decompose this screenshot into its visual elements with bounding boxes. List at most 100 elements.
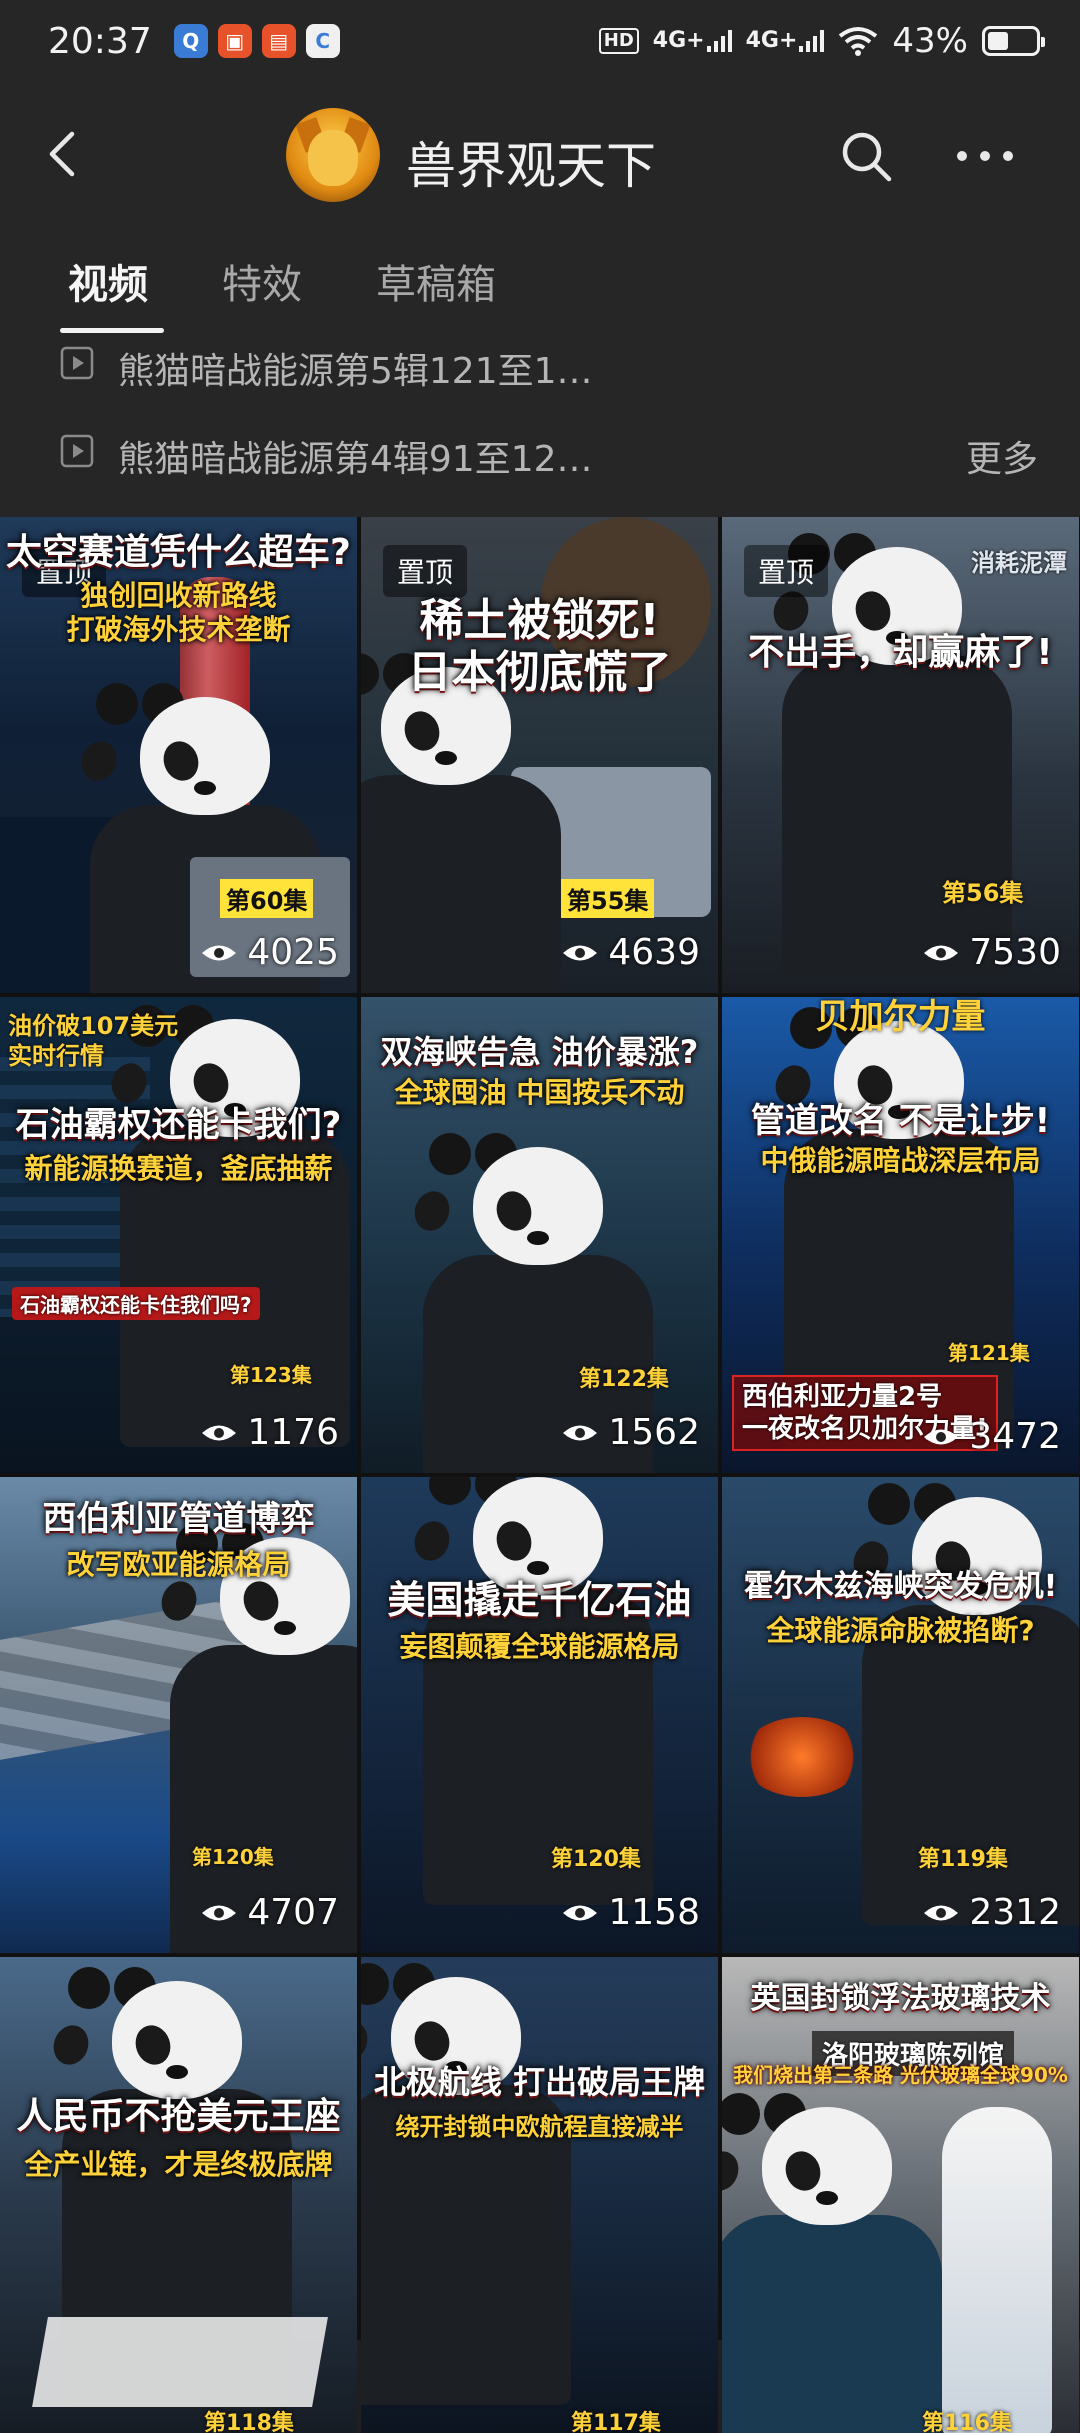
- episode-label: 第120集: [551, 1847, 641, 1872]
- playlist-icon: [60, 346, 94, 380]
- episode-label: 第56集: [942, 879, 1024, 907]
- video-tag: 油价破107美元 实时行情: [8, 1012, 179, 1070]
- eye-icon: [563, 1425, 598, 1440]
- video-subtitle: 新能源换赛道，釜底抽薪: [24, 1152, 333, 1185]
- video-tile[interactable]: 霍尔木兹海峡突发危机! 全球能源命脉被掐断? 第119集 2312: [722, 1477, 1079, 1953]
- eye-icon: [202, 1425, 237, 1440]
- video-tag: 贝加尔力量: [815, 997, 986, 1037]
- video-subtitle: 全球囤油 中国按兵不动: [394, 1076, 685, 1109]
- avatar[interactable]: [286, 108, 380, 202]
- playlist-item[interactable]: 熊猫暗战能源第4辑91至12… 更多: [0, 414, 1080, 494]
- wifi-icon: [839, 27, 878, 56]
- view-count: 1158: [562, 1892, 700, 1933]
- tab-effects[interactable]: 特效: [222, 252, 302, 310]
- status-bar: 20:37 Q ▣ ▤ C HD 4G+ 4G+ 43%: [0, 0, 1080, 82]
- app-notification-icon: ▤: [261, 24, 296, 58]
- playlist-title: 熊猫暗战能源第4辑91至12…: [118, 439, 593, 480]
- video-tile[interactable]: 西伯利亚管道博弈 改写欧亚能源格局 第120集 4707: [0, 1477, 357, 1953]
- channel-navbar: 兽界观天下: [0, 82, 1080, 232]
- video-subtitle: 我们烧出第三条路 光伏玻璃全球90%: [733, 2063, 1068, 2087]
- playlist-title: 熊猫暗战能源第5辑121至1…: [118, 351, 593, 392]
- chevron-left-icon[interactable]: [36, 124, 96, 184]
- video-tile[interactable]: 美国撬走千亿石油 妄图颠覆全球能源格局 第120集 1158: [361, 1477, 718, 1953]
- episode-label: 第116集: [922, 2411, 1012, 2433]
- eye-icon: [924, 1905, 959, 1920]
- video-title: 北极航线 打出破局王牌: [373, 2063, 706, 2101]
- video-tile[interactable]: 置顶 稀土被锁死! 日本彻底慌了 第55集 4639: [361, 517, 718, 993]
- video-subtitle: 中俄能源暗战深层布局: [760, 1144, 1041, 1177]
- signal-1: 4G+: [653, 30, 732, 52]
- episode-label: 第122集: [579, 1367, 669, 1392]
- video-tile[interactable]: 油价破107美元 实时行情 石油霸权还能卡我们? 新能源换赛道，釜底抽薪 石油霸…: [0, 997, 357, 1473]
- view-count: 4707: [201, 1892, 339, 1933]
- pinned-badge: 置顶: [383, 545, 468, 597]
- video-title: 双海峡告急 油价暴涨?: [380, 1033, 699, 1071]
- video-subtitle: 妄图颠覆全球能源格局: [399, 1630, 680, 1663]
- pinned-badge: 置顶: [744, 545, 829, 597]
- hd-icon: HD: [598, 28, 639, 54]
- episode-label: 第120集: [192, 1845, 274, 1869]
- tab-bar: 视频 特效 草稿箱: [0, 252, 1080, 333]
- video-note: 石油霸权还能卡住我们吗?: [12, 1287, 260, 1320]
- video-title: 西伯利亚管道博弈: [42, 1499, 315, 1539]
- view-count: 1562: [562, 1412, 700, 1453]
- video-title: 太空赛道凭什么超车?: [6, 532, 351, 573]
- channel-name[interactable]: 兽界观天下: [406, 126, 656, 198]
- app-notification-icon: Q: [173, 24, 208, 58]
- eye-icon: [202, 1905, 237, 1920]
- view-count: 1176: [201, 1412, 339, 1453]
- episode-label: 第60集: [220, 879, 314, 918]
- video-subtitle: 改写欧亚能源格局: [66, 1548, 291, 1581]
- episode-label: 第117集: [571, 2411, 661, 2433]
- app-notification-icon: C: [305, 24, 340, 58]
- battery-percent: 43%: [892, 21, 968, 61]
- playlist-icon: [60, 434, 94, 468]
- eye-icon: [563, 945, 598, 960]
- battery-icon: [982, 26, 1045, 56]
- video-tile[interactable]: 双海峡告急 油价暴涨? 全球囤油 中国按兵不动 第122集 1562: [361, 997, 718, 1473]
- video-title: 英国封锁浮法玻璃技术: [750, 1981, 1051, 2016]
- app-notification-icon: ▣: [217, 24, 252, 58]
- episode-label: 第118集: [204, 2411, 294, 2433]
- video-subtitle: 全产业链，才是终极底牌: [24, 2148, 333, 2181]
- video-title: 石油霸权还能卡我们?: [15, 1105, 342, 1145]
- video-title: 人民币不抢美元王座: [16, 2096, 341, 2137]
- video-grid: 置顶 太空赛道凭什么超车? 独创回收新路线 打破海外技术垄断 第60集 4025…: [0, 517, 1080, 2433]
- video-tile[interactable]: 置顶 太空赛道凭什么超车? 独创回收新路线 打破海外技术垄断 第60集 4025: [0, 517, 357, 993]
- video-title: 不出手，却赢麻了!: [748, 632, 1053, 673]
- playlist-item[interactable]: 熊猫暗战能源第5辑121至1…: [0, 326, 1080, 406]
- view-count: 2312: [923, 1892, 1061, 1933]
- view-count: 4025: [201, 932, 339, 973]
- tab-videos[interactable]: 视频: [68, 252, 148, 310]
- video-title: 美国撬走千亿石油: [387, 1578, 692, 1622]
- video-tile[interactable]: 置顶 消耗泥潭 不出手，却赢麻了! 第56集 7530: [722, 517, 1079, 993]
- search-icon[interactable]: [836, 126, 896, 186]
- more-horizontal-icon[interactable]: [950, 126, 1020, 186]
- video-tile[interactable]: 贝加尔力量 管道改名 不是让步! 中俄能源暗战深层布局 第121集 西伯利亚力量…: [722, 997, 1079, 1473]
- tab-drafts[interactable]: 草稿箱: [376, 252, 496, 310]
- episode-label: 第55集: [561, 879, 655, 918]
- episode-label: 第119集: [918, 1847, 1008, 1872]
- eye-icon: [202, 945, 237, 960]
- signal-bars-icon: [706, 30, 732, 52]
- more-link[interactable]: 更多: [966, 430, 1038, 482]
- view-count: 4639: [562, 932, 700, 973]
- video-subtitle: 独创回收新路线 打破海外技术垄断: [66, 579, 291, 646]
- view-count: 7530: [923, 932, 1061, 973]
- video-title: 稀土被锁死! 日本彻底慌了: [407, 595, 672, 698]
- eye-icon: [563, 1905, 598, 1920]
- signal-2: 4G+: [746, 30, 825, 52]
- video-tile[interactable]: 北极航线 打出破局王牌 绕开封锁中欧航程直接减半 第117集: [361, 1957, 718, 2433]
- video-subtitle: 绕开封锁中欧航程直接减半: [395, 2113, 684, 2141]
- video-tile[interactable]: 洛阳玻璃陈列馆 英国封锁浮法玻璃技术 我们烧出第三条路 光伏玻璃全球90% 第1…: [722, 1957, 1079, 2433]
- episode-label: 第123集: [230, 1363, 312, 1387]
- eye-icon: [924, 945, 959, 960]
- video-tile[interactable]: 人民币不抢美元王座 全产业链，才是终极底牌 第118集: [0, 1957, 357, 2433]
- clock: 20:37: [48, 20, 152, 62]
- video-tag: 消耗泥潭: [971, 549, 1067, 577]
- signal-bars-icon: [799, 30, 825, 52]
- eye-icon: [924, 1429, 959, 1444]
- video-subtitle: 全球能源命脉被掐断?: [766, 1614, 1035, 1647]
- video-title: 管道改名 不是让步!: [750, 1101, 1051, 1141]
- header-area: 20:37 Q ▣ ▤ C HD 4G+ 4G+ 43% 兽界观天下 视频 特效…: [0, 0, 1080, 517]
